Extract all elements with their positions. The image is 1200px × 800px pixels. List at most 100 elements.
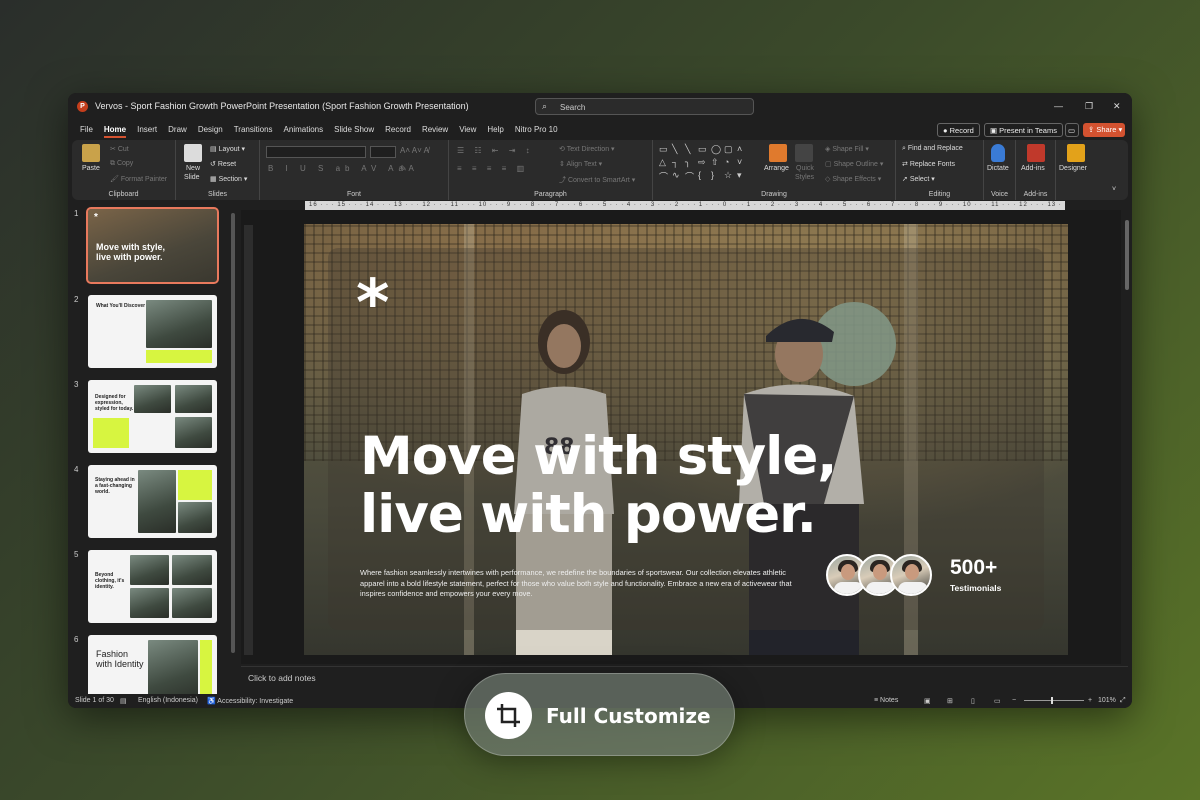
reading-view-icon[interactable]: ▯ (971, 697, 975, 705)
textbox-shape-icon[interactable]: ▭ (659, 144, 671, 156)
current-slide[interactable]: 88 * Move with style, live with power. W… (304, 224, 1068, 655)
oval-shape-icon[interactable]: ◯ (711, 144, 723, 156)
line-shape-icon[interactable]: ╲ (672, 144, 684, 156)
tab-design[interactable]: Design (198, 125, 223, 138)
freeform-shape-icon[interactable]: ⌒ (685, 170, 697, 184)
tab-animations[interactable]: Animations (284, 125, 324, 138)
microphone-icon[interactable] (991, 144, 1005, 162)
thumbnail-2[interactable]: 2 What You'll Discover (68, 295, 228, 368)
quick-styles-line1[interactable]: Quick (796, 165, 814, 172)
tab-help[interactable]: Help (487, 125, 503, 138)
arrange-icon[interactable] (769, 144, 787, 162)
new-slide-line2[interactable]: Slide (184, 174, 200, 181)
slideshow-view-icon[interactable]: ▭ (994, 697, 1001, 705)
list-icons[interactable]: ☰ ☷ ⇤ ⇥ ↕ (457, 146, 534, 155)
rect-shape-icon[interactable]: ▭ (698, 144, 710, 156)
addins-button[interactable]: Add-ins (1021, 165, 1045, 172)
select-button[interactable]: ➚ Select ▾ (902, 175, 935, 183)
shapes-gallery[interactable]: ▭ ╲ ╲ ▭ ◯ ▢ ˄ △ ┐ ╮ ⇨ ⇧ ◔ ˅ ⌒ ∿ ⌒{} ☆ ▾ (659, 144, 745, 184)
font-size-controls-icon[interactable]: A˄ A˅ A̸ (400, 146, 429, 155)
new-slide-line1[interactable]: New (186, 165, 200, 172)
search-box[interactable]: ⌕ Search (535, 98, 754, 115)
comments-icon[interactable]: ▭ (1065, 123, 1079, 137)
tab-insert[interactable]: Insert (137, 125, 157, 138)
shape-effects-button[interactable]: ◇ Shape Effects ▾ (825, 175, 881, 183)
paste-icon[interactable] (82, 144, 100, 162)
alignment-icons[interactable]: ≡ ≡ ≡ ≡ ▥ (457, 164, 528, 173)
font-size-select[interactable] (370, 146, 396, 158)
brace-left-shape-icon[interactable]: { (698, 170, 710, 184)
align-text-button[interactable]: ⇕ Align Text ▾ (559, 160, 602, 168)
layout-button[interactable]: ▤ Layout ▾ (210, 145, 245, 153)
section-button[interactable]: ▦ Section ▾ (210, 175, 247, 183)
font-style-icons[interactable]: B I U S ab AV Aa (268, 164, 408, 173)
zoom-level[interactable]: 101% (1098, 697, 1116, 704)
font-family-select[interactable] (266, 146, 366, 158)
thumbnails-scrollbar[interactable] (231, 213, 235, 653)
brace-right-shape-icon[interactable]: } (711, 170, 723, 184)
tab-view[interactable]: View (459, 125, 476, 138)
tab-draw[interactable]: Draw (168, 125, 187, 138)
designer-button[interactable]: Designer (1059, 165, 1087, 172)
dictate-button[interactable]: Dictate (987, 165, 1009, 172)
maximize-icon[interactable]: ❐ (1085, 101, 1093, 112)
tab-transitions[interactable]: Transitions (234, 125, 273, 138)
connector-shape-icon[interactable]: ╮ (685, 157, 697, 169)
paste-button[interactable]: Paste (82, 165, 100, 172)
more-up-icon[interactable]: ˄ (737, 144, 749, 156)
designer-icon[interactable] (1067, 144, 1085, 162)
copy-button[interactable]: ⧉ Copy (110, 160, 133, 168)
rounded-shape-icon[interactable]: ▢ (724, 144, 736, 156)
callout-shape-icon[interactable]: ◔ (724, 157, 736, 169)
accessibility-status[interactable]: ♿ Accessibility: Investigate (207, 697, 293, 705)
addins-icon[interactable] (1027, 144, 1045, 162)
shape-outline-button[interactable]: ▢ Shape Outline ▾ (825, 160, 883, 168)
convert-smartart-button[interactable]: ⤴ Convert to SmartArt ▾ (559, 175, 635, 185)
replace-fonts-button[interactable]: ⇄ Replace Fonts (902, 160, 955, 168)
curve-shape-icon[interactable]: ∿ (672, 170, 684, 184)
quick-styles-line2[interactable]: Styles (795, 174, 814, 181)
arrow2-shape-icon[interactable]: ⇧ (711, 157, 723, 169)
slide-body-text[interactable]: Where fashion seamlessly intertwines wit… (360, 568, 812, 600)
share-button[interactable]: ⇪ Share ▾ (1083, 123, 1125, 137)
zoom-slider-thumb[interactable] (1051, 697, 1053, 704)
shape-fill-button[interactable]: ◈ Shape Fill ▾ (825, 145, 869, 153)
new-slide-icon[interactable] (184, 144, 202, 162)
reset-button[interactable]: ↺ Reset (210, 160, 236, 168)
fit-to-window-icon[interactable]: ⤢ (1120, 697, 1126, 705)
slide-scrollbar[interactable] (1124, 210, 1130, 664)
tab-home[interactable]: Home (103, 125, 127, 138)
star-shape-icon[interactable]: ☆ (724, 170, 736, 184)
more-down-icon[interactable]: ˅ (737, 157, 749, 169)
thumbnail-4[interactable]: 4 Staying ahead in a fast-changing world… (68, 465, 228, 538)
triangle-shape-icon[interactable]: △ (659, 157, 671, 169)
line2-shape-icon[interactable]: ╲ (685, 144, 697, 156)
bracket-shape-icon[interactable]: ⌒ (659, 170, 671, 184)
tab-nitro-pro-10[interactable]: Nitro Pro 10 (515, 125, 558, 138)
present-in-teams-button[interactable]: ▣ Present in Teams (984, 123, 1063, 137)
thumbnail-5[interactable]: 5 Beyond clothing, it's identity. (68, 550, 228, 623)
gallery-expand-icon[interactable]: ▾ (737, 170, 749, 184)
collapse-ribbon-icon[interactable]: ˅ (1112, 186, 1116, 193)
slide-sorter-icon[interactable]: ⊞ (947, 697, 953, 705)
tab-record[interactable]: Record (385, 125, 411, 138)
language-status[interactable]: English (Indonesia) (138, 697, 198, 704)
tab-slide-show[interactable]: Slide Show (334, 125, 374, 138)
cut-button[interactable]: ✂ Cut (110, 145, 129, 153)
normal-view-icon[interactable]: ▣ (924, 697, 931, 705)
zoom-slider[interactable] (1024, 700, 1084, 701)
record-button[interactable]: ● Record (937, 123, 980, 137)
format-painter-button[interactable]: 🖌 Format Painter (110, 175, 167, 183)
highlight-color-icon[interactable]: ✎ A (400, 164, 414, 173)
arrow-shape-icon[interactable]: ⇨ (698, 157, 710, 169)
find-replace-button[interactable]: ⌕ Find and Replace (902, 145, 963, 153)
spellcheck-icon[interactable]: ▤ (120, 697, 127, 705)
close-icon[interactable]: ✕ (1113, 101, 1121, 112)
quick-styles-icon[interactable] (795, 144, 813, 162)
minimize-icon[interactable]: — (1054, 101, 1063, 111)
tab-review[interactable]: Review (422, 125, 448, 138)
scroll-thumb[interactable] (1125, 220, 1129, 290)
arrange-button[interactable]: Arrange (764, 165, 789, 172)
text-direction-button[interactable]: ⟲ Text Direction ▾ (559, 145, 615, 153)
thumbnail-3[interactable]: 3 Designed for expression, styled for to… (68, 380, 228, 453)
